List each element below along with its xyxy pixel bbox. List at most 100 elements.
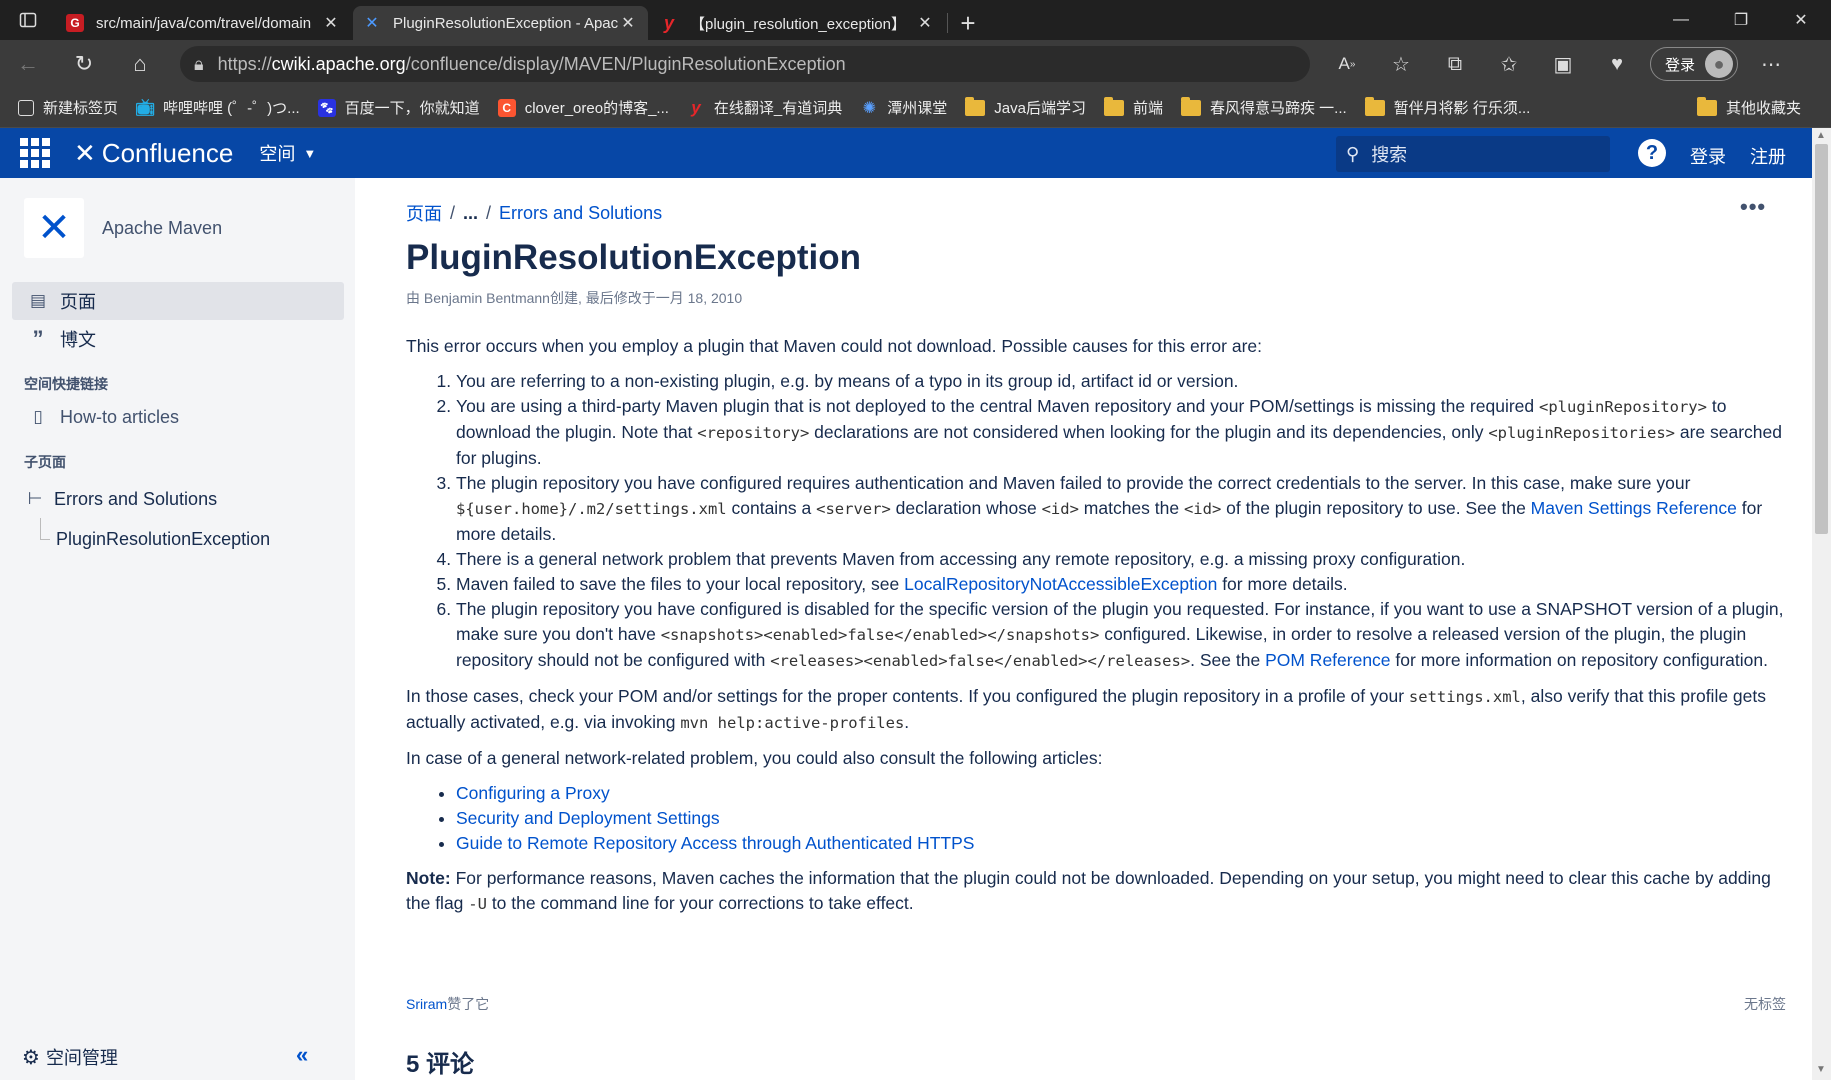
sidebar-shortcut-howto[interactable]: ▯ How-to articles xyxy=(12,398,344,436)
code-snippet: <id> xyxy=(1183,500,1222,518)
close-tab-icon[interactable]: ✕ xyxy=(915,13,935,33)
bookmark-item[interactable]: 新建标签页 xyxy=(18,97,118,118)
spaces-menu[interactable]: 空间 ▼ xyxy=(259,140,316,166)
confluence-logo[interactable]: ✕ Confluence xyxy=(74,138,233,169)
bookmark-item[interactable]: y 在线翻译_有道词典 xyxy=(687,97,842,118)
bookmark-item[interactable]: 🐾︎ 百度一下，你就知道 xyxy=(317,97,480,118)
breadcrumb-ellipsis[interactable]: ... xyxy=(463,203,478,224)
scroll-up-icon[interactable]: ▲ xyxy=(1816,130,1826,141)
toolbar-icons: A» ☆ ⧉ ✩ ▣ ♥ 登录 ● ⋯ xyxy=(1320,40,1798,88)
home-icon[interactable]: ⌂ xyxy=(112,40,168,88)
extensions-icon[interactable]: ⧉ xyxy=(1428,40,1482,88)
window-controls: — ❐ ✕ xyxy=(1651,0,1831,40)
list-item: You are referring to a non-existing plug… xyxy=(456,369,1792,394)
close-window-icon[interactable]: ✕ xyxy=(1771,0,1831,40)
register-link[interactable]: 注册 xyxy=(1750,143,1786,169)
code-snippet: <pluginRepository> xyxy=(1539,398,1707,416)
scrollbar-thumb[interactable] xyxy=(1815,144,1828,534)
chevron-right-icon[interactable]: › xyxy=(1453,97,1459,118)
bookmark-item[interactable]: ✺ 潭州课堂 xyxy=(860,97,948,118)
spaces-menu-label: 空间 xyxy=(259,144,296,164)
new-tab-button[interactable]: + xyxy=(948,6,988,40)
collections-icon[interactable]: ▣ xyxy=(1536,40,1590,88)
other-bookmarks-folder[interactable]: 其他收藏夹 xyxy=(1696,96,1801,118)
cause-text: The plugin repository you have configure… xyxy=(456,473,1691,493)
more-options-icon[interactable]: ⋯ xyxy=(1744,40,1798,88)
page-scrollbar[interactable]: ▲ ▼ xyxy=(1812,128,1831,1080)
tree-item-errors-and-solutions[interactable]: ⊢ Errors and Solutions xyxy=(12,480,344,518)
breadcrumb-parent-link[interactable]: Errors and Solutions xyxy=(499,203,662,224)
login-link[interactable]: 登录 xyxy=(1690,143,1726,169)
bookmark-folder[interactable]: Java后端学习 xyxy=(965,96,1086,118)
page-tree-icon: ⊢ xyxy=(27,489,43,508)
liker-link[interactable]: Sriram xyxy=(406,996,447,1012)
health-icon[interactable]: ♥ xyxy=(1590,40,1644,88)
browser-login-button[interactable]: 登录 ● xyxy=(1650,47,1739,81)
cause-text: . See the xyxy=(1190,650,1266,670)
cause-text: of the plugin repository to use. See the xyxy=(1221,498,1531,518)
close-tab-icon[interactable]: ✕ xyxy=(321,13,341,33)
sidebar-item-blog[interactable]: ” 博文 xyxy=(12,320,344,358)
article-link[interactable]: Configuring a Proxy xyxy=(456,783,610,803)
space-name: Apache Maven xyxy=(102,217,223,238)
scroll-down-icon[interactable]: ▼ xyxy=(1816,1064,1826,1075)
browser-tab-active[interactable]: ✕ PluginResolutionException - Apache ✕ xyxy=(353,6,648,40)
paragraph-text: . xyxy=(904,712,910,732)
back-icon[interactable]: ← xyxy=(0,40,56,88)
confluence-favicon-icon: ✕ xyxy=(365,15,379,32)
close-tab-icon[interactable]: ✕ xyxy=(618,13,638,33)
restore-icon[interactable]: ❐ xyxy=(1711,0,1771,40)
article-link[interactable]: Security and Deployment Settings xyxy=(456,808,720,828)
favorites-icon[interactable]: ✩ xyxy=(1482,40,1536,88)
space-tools-button[interactable]: ⚙ 空间管理 xyxy=(22,1044,322,1070)
sidebar-item-pages[interactable]: ▤ 页面 xyxy=(12,282,344,320)
space-card[interactable]: ✕ Apache Maven xyxy=(24,198,222,258)
minimize-icon[interactable]: — xyxy=(1651,0,1711,40)
bookmark-folder[interactable]: 春风得意马蹄疾 一... xyxy=(1180,96,1347,118)
article-link[interactable]: Guide to Remote Repository Access throug… xyxy=(456,833,974,853)
read-aloud-icon[interactable]: A» xyxy=(1320,40,1374,88)
cause-text: declaration whose xyxy=(890,498,1042,518)
browser-tab-bar: G src/main/java/com/travel/domain ✕ ✕ Pl… xyxy=(0,0,1831,40)
collapse-sidebar-icon[interactable]: « xyxy=(296,1042,308,1068)
bookmark-item[interactable]: 📺︎ 哔哩哔哩 (゜-゜)つ... xyxy=(135,97,300,118)
search-input[interactable]: ⚲ 搜索 xyxy=(1336,136,1610,172)
tab-actions-icon[interactable] xyxy=(0,0,56,40)
tree-item-current-page[interactable]: PluginResolutionException xyxy=(12,520,344,558)
pom-reference-link[interactable]: POM Reference xyxy=(1265,650,1390,670)
bookmark-label: 春风得意马蹄疾 一... xyxy=(1209,100,1347,117)
browser-tab[interactable]: y 【plugin_resolution_exception】 ✕ xyxy=(650,6,945,40)
breadcrumb-pages-link[interactable]: 页面 xyxy=(406,200,442,226)
gear-icon: ⚙ xyxy=(22,1046,40,1069)
app-switcher-icon[interactable] xyxy=(20,138,50,168)
add-favorite-icon[interactable]: ☆ xyxy=(1374,40,1428,88)
help-icon[interactable]: ? xyxy=(1638,139,1666,167)
cause-text: for more details. xyxy=(1217,574,1348,594)
cause-text: matches the xyxy=(1078,498,1184,518)
bookmark-folder[interactable]: 暂伴月将影 行乐须... xyxy=(1364,96,1530,118)
tab-title: PluginResolutionException - Apache xyxy=(393,14,618,32)
code-snippet: ${user.home}/.m2/settings.xml xyxy=(456,500,727,518)
bookmark-item[interactable]: C clover_oreo的博客_... xyxy=(497,97,669,118)
comments-heading: 5 评论 xyxy=(406,1051,475,1078)
causes-list: You are referring to a non-existing plug… xyxy=(456,369,1792,674)
bookmark-folder[interactable]: 前端 xyxy=(1103,96,1163,118)
search-icon: ⚲ xyxy=(1346,143,1360,164)
url-input[interactable]: 🔒︎ https://cwiki.apache.org/confluence/d… xyxy=(180,46,1310,82)
document-icon: ▯ xyxy=(33,407,43,426)
bookmark-label: 哔哩哔哩 (゜-゜)つ... xyxy=(163,100,300,117)
cause-text: for more information on repository confi… xyxy=(1390,650,1768,670)
check-paragraph: In those cases, check your POM and/or se… xyxy=(406,684,1792,736)
code-snippet: <id> xyxy=(1041,500,1079,518)
page-title: PluginResolutionException xyxy=(406,238,862,277)
bookmark-label: 潭州课堂 xyxy=(887,100,948,117)
local-repository-exception-link[interactable]: LocalRepositoryNotAccessibleException xyxy=(904,574,1217,594)
shortcuts-heading: 空间快捷链接 xyxy=(24,376,108,392)
bookmark-label: 其他收藏夹 xyxy=(1725,100,1801,117)
more-actions-icon[interactable]: ••• xyxy=(1740,194,1766,220)
maven-settings-reference-link[interactable]: Maven Settings Reference xyxy=(1531,498,1737,518)
browser-tab[interactable]: G src/main/java/com/travel/domain ✕ xyxy=(56,6,351,40)
refresh-icon[interactable]: ↻ xyxy=(56,40,112,88)
note-label: Note: xyxy=(406,868,451,888)
quote-icon: ” xyxy=(32,326,44,351)
